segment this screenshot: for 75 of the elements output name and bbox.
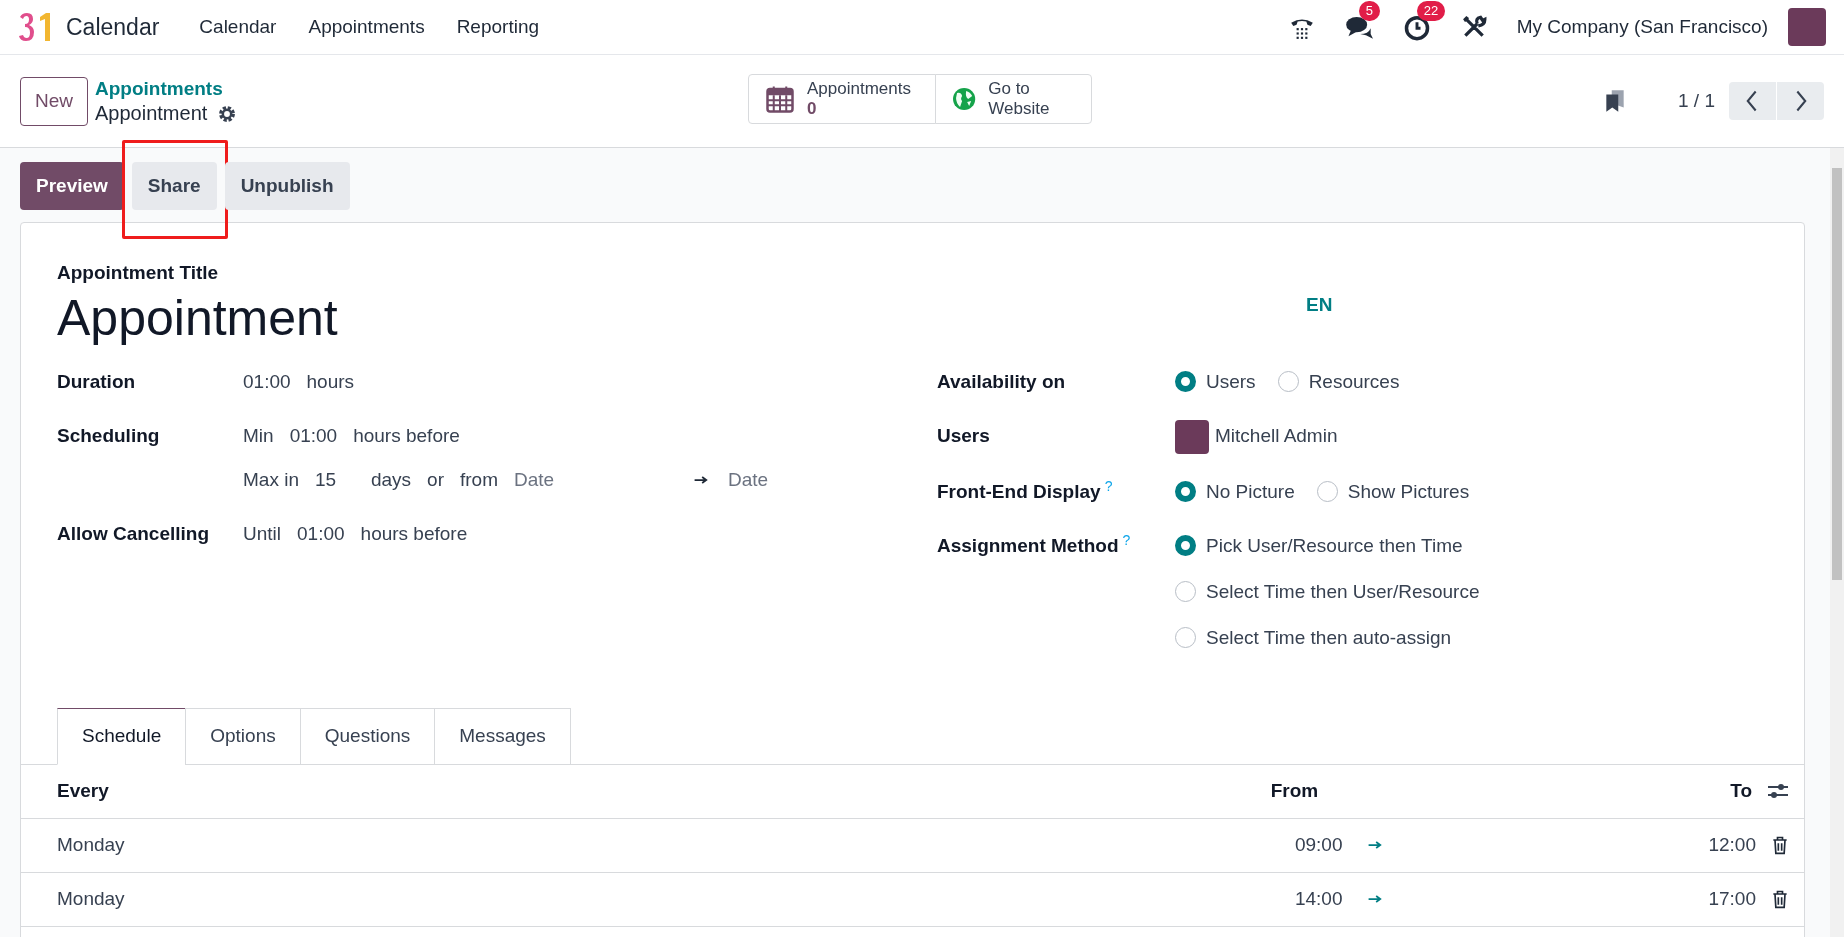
field-label: Allow Cancelling <box>57 521 211 546</box>
title-field[interactable]: Appointment <box>57 287 937 348</box>
field-label: Appointment Title <box>57 261 220 285</box>
tab[interactable]: Options <box>185 707 301 765</box>
field-text: hours before <box>360 521 468 546</box>
chevron-left-icon[interactable] <box>1729 82 1776 120</box>
tab[interactable]: Messages <box>434 707 571 765</box>
menu-item[interactable]: Appointments <box>296 6 437 48</box>
count-badge: 5 <box>1358 1 1380 21</box>
radio-button[interactable] <box>1175 535 1196 556</box>
app-name: Calendar <box>66 12 160 42</box>
chevron-right-icon[interactable] <box>1777 82 1824 120</box>
table-cell-text: 17:00 <box>1708 886 1756 911</box>
field-label: Assignment Method <box>937 533 1119 558</box>
table-cell-text: 12:00 <box>1708 832 1756 857</box>
clock-icon[interactable] <box>1402 13 1431 41</box>
input-field[interactable]: 15 <box>314 463 355 496</box>
field-label: Scheduling <box>57 423 161 448</box>
radio-option[interactable]: Users <box>1175 365 1256 398</box>
smart-button[interactable]: Go to Website <box>935 74 1092 124</box>
radio-option[interactable]: Resources <box>1277 365 1400 398</box>
date-field[interactable]: Date <box>728 463 858 496</box>
field-label: Users <box>937 423 990 448</box>
table-cell-text: Monday <box>57 832 125 857</box>
field-text: Max in <box>243 467 299 492</box>
table-cell-text: Monday <box>57 886 125 911</box>
record-name: Appointment <box>95 101 208 126</box>
field-label: Duration <box>57 369 137 394</box>
column-header[interactable]: Every <box>57 776 109 806</box>
radio-option[interactable]: Select Time then auto-assign <box>1175 621 1480 654</box>
smart-button[interactable]: Appointments 0 <box>748 74 936 124</box>
table-cell-text: 14:00 <box>1294 886 1343 911</box>
column-header[interactable]: To <box>1730 776 1752 806</box>
tools-icon[interactable] <box>1460 14 1487 40</box>
company-name[interactable]: My Company (San Francisco) <box>1516 12 1768 42</box>
scrollbar-thumb[interactable] <box>1832 168 1842 580</box>
scrollbar[interactable] <box>1830 148 1844 937</box>
count-badge: 22 <box>1416 1 1446 21</box>
field-text: Min <box>243 423 274 448</box>
pager-value[interactable]: 1 / 1 <box>1678 86 1715 116</box>
tab[interactable]: Schedule <box>57 707 187 765</box>
input-field[interactable]: 01:00 <box>289 419 338 452</box>
gear-icon[interactable] <box>217 103 238 124</box>
radio-option[interactable]: No Picture <box>1175 475 1295 508</box>
language-badge[interactable]: EN <box>1306 294 1333 315</box>
trash-icon[interactable] <box>1770 835 1790 855</box>
new-button[interactable]: New <box>20 76 88 126</box>
column-header[interactable]: From <box>1270 776 1319 806</box>
action-button[interactable]: Share <box>131 162 217 210</box>
user-tag[interactable]: Mitchell Admin <box>1215 422 1338 451</box>
user-avatar <box>1175 419 1209 454</box>
action-button[interactable]: Preview <box>20 162 124 210</box>
field-text: days <box>370 467 412 492</box>
field-label: Front-End Display <box>937 479 1101 504</box>
radio-option[interactable]: Show Pictures <box>1316 475 1470 508</box>
field-text: hours before <box>353 423 460 448</box>
field-text: or <box>427 467 444 492</box>
input-field[interactable]: 01:00 <box>243 365 291 398</box>
trash-icon[interactable] <box>1770 889 1790 909</box>
breadcrumb-link[interactable]: Appointments <box>95 76 238 101</box>
calendar-icon <box>765 84 795 114</box>
radio-option[interactable]: Select Time then User/Resource <box>1175 575 1480 608</box>
field-text: hours <box>306 369 355 394</box>
field-label: Availability on <box>937 369 1066 394</box>
date-field[interactable]: Date <box>514 463 644 496</box>
field-text: from <box>460 467 498 492</box>
table-cell-text: 09:00 <box>1294 832 1343 857</box>
input-field[interactable]: 01:00 <box>297 517 345 550</box>
menu-item[interactable]: Calendar <box>187 6 289 48</box>
menu-item[interactable]: Reporting <box>444 6 552 48</box>
action-button[interactable]: Unpublish <box>224 162 350 210</box>
radio-button[interactable] <box>1175 481 1196 502</box>
field-text: Until <box>243 521 281 546</box>
radio-option[interactable]: Pick User/Resource then Time <box>1175 529 1480 562</box>
radio-button[interactable] <box>1175 371 1196 392</box>
